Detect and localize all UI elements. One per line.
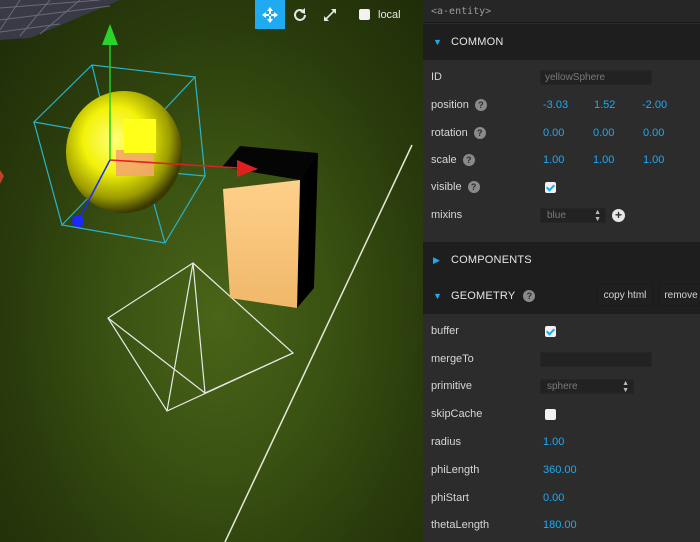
inspector-panel: <a-entity> ▼ COMMON ID yellowSphere posi… xyxy=(423,0,700,542)
select-arrows-icon: ▲ ▼ xyxy=(594,208,601,223)
scale-button[interactable] xyxy=(315,0,345,29)
scale-x[interactable]: 1.00 xyxy=(543,154,564,166)
help-icon[interactable]: ? xyxy=(473,127,486,139)
skipcache-label: skipCache xyxy=(431,408,483,420)
row-rotation: rotation ? 0.00 0.00 0.00 xyxy=(423,119,700,147)
caret-down-icon: ▼ xyxy=(433,37,442,47)
sky-grid xyxy=(0,0,120,40)
id-label: ID xyxy=(431,71,442,83)
copy-html-button[interactable]: copy html xyxy=(597,284,653,306)
help-icon[interactable]: ? xyxy=(474,99,487,111)
expand-icon xyxy=(324,8,336,21)
position-x[interactable]: -3.03 xyxy=(543,99,568,111)
gizmo-y-arrow xyxy=(102,24,118,45)
row-philength: phiLength 360.00 xyxy=(423,456,700,484)
position-z[interactable]: -2.00 xyxy=(642,99,667,111)
scale-label: scale xyxy=(431,154,457,166)
help-icon[interactable]: ? xyxy=(467,181,480,193)
rotation-label-wrap: rotation ? xyxy=(431,127,486,139)
scene-canvas[interactable] xyxy=(0,0,423,542)
box-entity[interactable] xyxy=(222,146,318,308)
row-buffer: buffer xyxy=(423,317,700,345)
primitive-value: sphere xyxy=(547,380,578,392)
remove-button[interactable]: remove xyxy=(659,284,700,306)
scale-z[interactable]: 1.00 xyxy=(643,154,664,166)
scale-y[interactable]: 1.00 xyxy=(593,154,614,166)
mergeto-label: mergeTo xyxy=(431,353,474,365)
rotation-label: rotation xyxy=(431,127,468,139)
visible-label: visible xyxy=(431,181,462,193)
row-primitive: primitive sphere ▲ ▼ xyxy=(423,372,700,400)
row-phistart: phiStart 0.00 xyxy=(423,484,700,512)
position-y[interactable]: 1.52 xyxy=(594,99,615,111)
philength-value[interactable]: 360.00 xyxy=(543,464,577,476)
transform-toolbar: local xyxy=(255,0,401,29)
philength-label: phiLength xyxy=(431,464,480,476)
entity-tag: <a-entity> xyxy=(423,0,700,23)
mixins-select[interactable]: blue ▲ ▼ xyxy=(540,207,606,223)
row-id: ID yellowSphere xyxy=(423,63,700,91)
caret-right-icon: ▶ xyxy=(433,254,440,265)
skipcache-checkbox[interactable] xyxy=(545,408,556,420)
help-icon[interactable]: ? xyxy=(523,290,536,302)
row-mergeto: mergeTo xyxy=(423,345,700,373)
select-arrows-icon: ▲ ▼ xyxy=(622,379,629,394)
row-scale: scale ? 1.00 1.00 1.00 xyxy=(423,146,700,174)
translate-button[interactable] xyxy=(255,0,285,29)
row-mixins: mixins blue ▲ ▼ + xyxy=(423,201,700,229)
rotation-y[interactable]: 0.00 xyxy=(593,127,614,139)
section-components-title: COMPONENTS xyxy=(451,254,532,266)
add-mixin-icon[interactable]: + xyxy=(612,208,625,222)
section-common-header[interactable]: ▼ COMMON xyxy=(423,24,700,60)
section-common-title: COMMON xyxy=(451,36,504,48)
radius-label: radius xyxy=(431,436,461,448)
yellow-sphere[interactable] xyxy=(66,91,182,213)
primitive-select[interactable]: sphere ▲ ▼ xyxy=(540,378,634,394)
phistart-value[interactable]: 0.00 xyxy=(543,492,564,504)
phistart-label: phiStart xyxy=(431,492,469,504)
thetalength-value[interactable]: 180.00 xyxy=(543,519,577,531)
mixins-value: blue xyxy=(547,209,566,221)
primitive-label: primitive xyxy=(431,380,472,392)
position-label: position xyxy=(431,99,469,111)
local-checkbox[interactable] xyxy=(359,9,370,20)
scale-label-wrap: scale ? xyxy=(431,154,475,166)
rotate-icon xyxy=(294,7,306,21)
local-label: local xyxy=(378,8,401,21)
move-arrows-icon xyxy=(262,6,278,23)
buffer-label: buffer xyxy=(431,325,459,337)
rotate-button[interactable] xyxy=(285,0,315,29)
buffer-checkbox[interactable] xyxy=(545,325,556,337)
mergeto-input[interactable] xyxy=(540,351,652,367)
row-visible: visible ? xyxy=(423,173,700,201)
visible-checkbox[interactable] xyxy=(545,181,556,193)
row-position: position ? -3.03 1.52 -2.00 xyxy=(423,91,700,119)
row-radius: radius 1.00 xyxy=(423,428,700,456)
radius-value[interactable]: 1.00 xyxy=(543,436,564,448)
row-thetalength: thetaLength 180.00 xyxy=(423,511,700,539)
help-icon[interactable]: ? xyxy=(462,154,475,166)
visible-label-wrap: visible ? xyxy=(431,181,480,193)
gizmo-z-handle xyxy=(72,215,84,227)
local-toggle[interactable]: local xyxy=(359,9,401,21)
partial-object xyxy=(0,170,4,184)
mixins-label: mixins xyxy=(431,209,463,221)
section-geometry-title: GEOMETRY xyxy=(451,290,516,302)
section-components-header[interactable]: ▶ COMPONENTS xyxy=(423,242,700,278)
caret-down-icon: ▼ xyxy=(433,291,442,301)
position-label-wrap: position ? xyxy=(431,99,487,111)
row-skipcache: skipCache xyxy=(423,400,700,428)
scene-viewport[interactable]: local xyxy=(0,0,423,542)
rotation-x[interactable]: 0.00 xyxy=(543,127,564,139)
rotation-z[interactable]: 0.00 xyxy=(643,127,664,139)
id-input[interactable]: yellowSphere xyxy=(540,69,652,85)
thetalength-label: thetaLength xyxy=(431,519,490,531)
